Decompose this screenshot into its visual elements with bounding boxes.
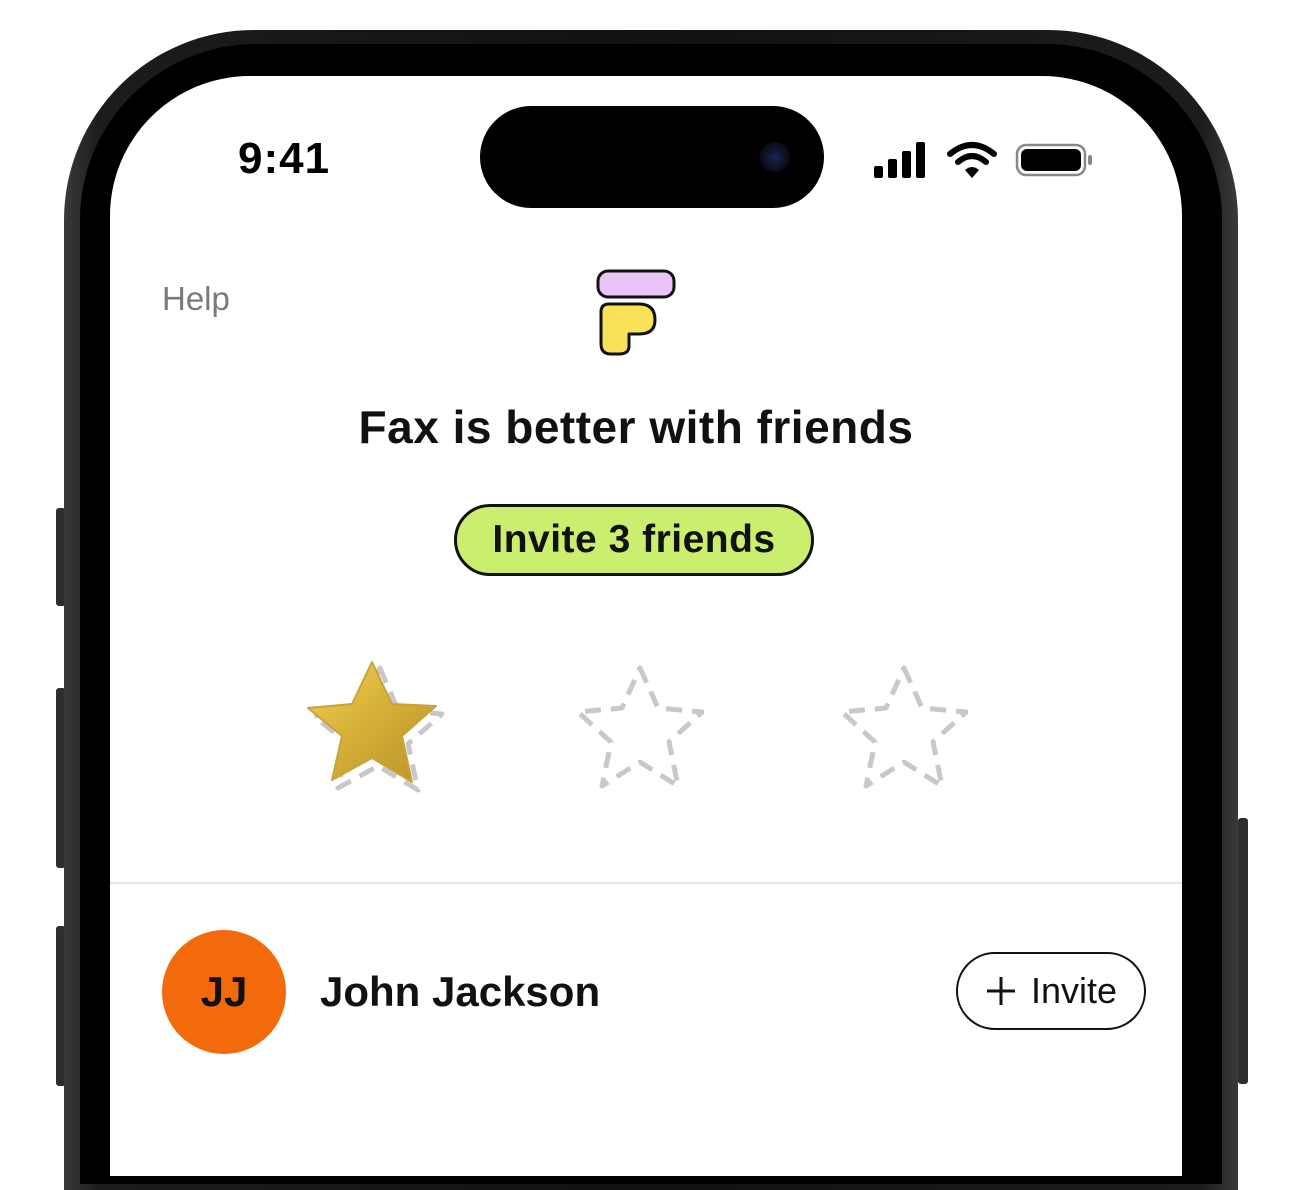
- status-icons: [872, 140, 1102, 180]
- help-link[interactable]: Help: [162, 280, 230, 318]
- phone-screen: 9:41 Help Fax is better with friends Inv…: [110, 76, 1182, 1176]
- page-headline: Fax is better with friends: [358, 401, 914, 453]
- fax-logo-icon: [596, 269, 676, 356]
- star-earned-icon: [307, 661, 445, 793]
- battery-icon: [1015, 143, 1092, 177]
- dynamic-island: [480, 106, 824, 208]
- status-time: 9:41: [238, 134, 331, 183]
- contact-name: John Jackson: [320, 968, 601, 1015]
- power-button: [1238, 818, 1248, 1084]
- invite-contact-button[interactable]: Invite: [956, 952, 1146, 1030]
- invite-goal-badge: Invite 3 friends: [454, 504, 814, 576]
- plus-icon: [986, 977, 1015, 1005]
- wifi-icon: [947, 142, 997, 178]
- section-divider: [110, 882, 1182, 884]
- front-camera-icon: [760, 142, 790, 172]
- star-empty-icon: [575, 665, 705, 789]
- star-empty-icon: [839, 665, 969, 789]
- cellular-signal-icon: [874, 142, 925, 178]
- avatar: JJ: [162, 930, 286, 1054]
- invite-button-label: Invite: [1030, 970, 1118, 1011]
